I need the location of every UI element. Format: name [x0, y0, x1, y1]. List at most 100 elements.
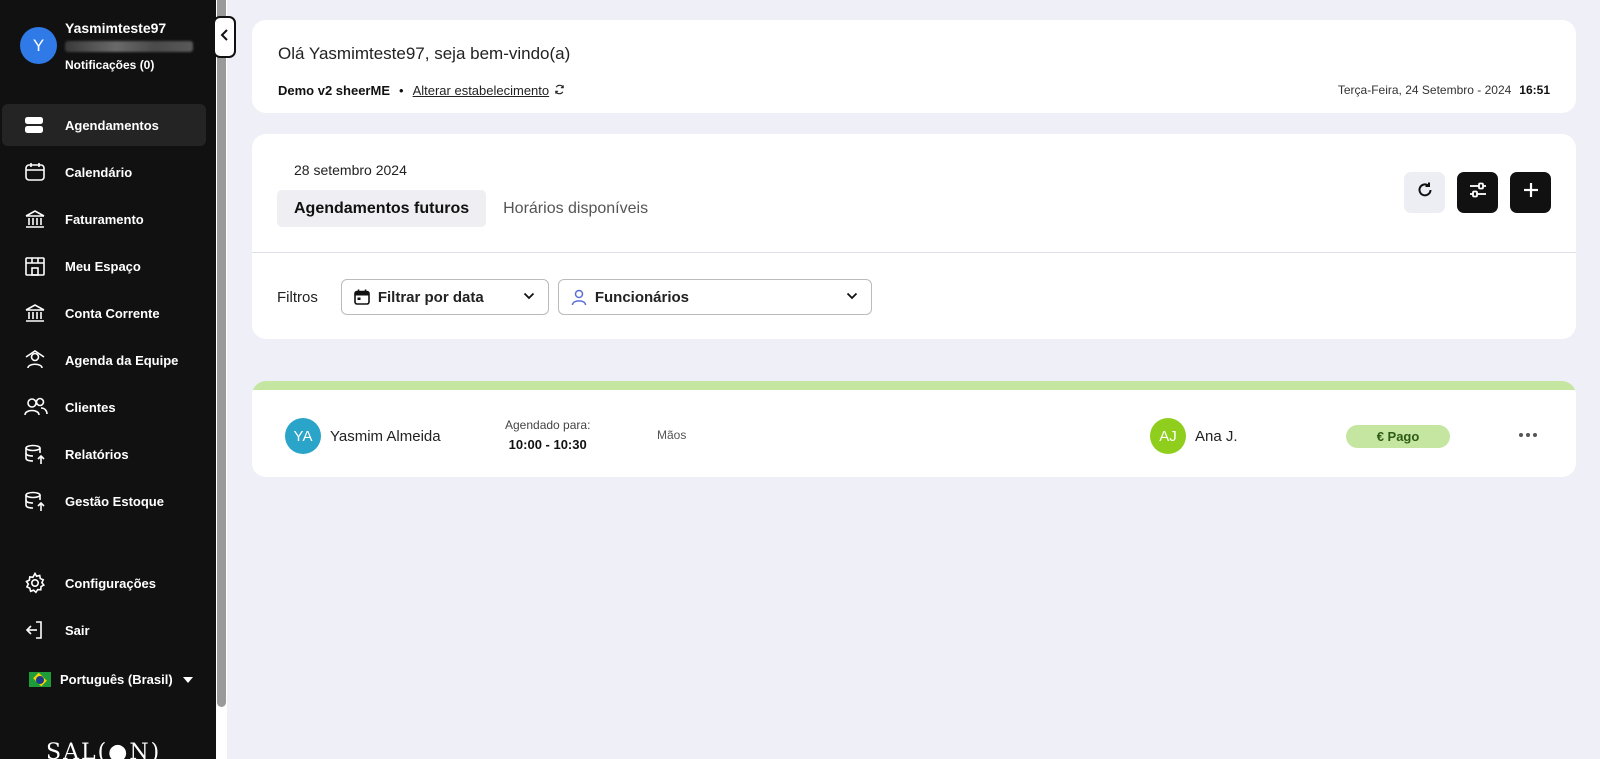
chevron-down-icon — [523, 292, 535, 300]
gear-icon — [24, 571, 52, 595]
appointment-tabs: Agendamentos futuros Horários disponívei… — [277, 190, 665, 227]
client-name: Yasmim Almeida — [330, 427, 441, 445]
current-time: 16:51 — [1519, 83, 1550, 97]
sidebar-scrollbar[interactable] — [216, 0, 227, 759]
staff-filter-label: Funcionários — [594, 288, 690, 306]
establishment-line: Demo v2 sheerME • Alterar estabeleciment… — [278, 83, 565, 98]
language-selector[interactable]: Português (Brasil) — [29, 672, 193, 687]
scheduled-info: Agendado para: 10:00 - 10:30 — [505, 418, 590, 452]
establishment-name: Demo v2 sheerME — [278, 83, 390, 98]
staff-info: AJ Ana J. — [1150, 418, 1238, 454]
chevron-down-icon — [846, 292, 858, 300]
sidebar-bottom-menu: Configurações Sair — [0, 562, 216, 656]
staff-avatar: AJ — [1150, 418, 1186, 454]
tab-agendamentos-futuros[interactable]: Agendamentos futuros — [277, 190, 487, 227]
user-icon — [571, 289, 587, 306]
sidebar-item-clientes[interactable]: Clientes — [2, 386, 206, 428]
calendar-icon — [354, 289, 370, 305]
sidebar-item-faturamento[interactable]: Faturamento — [2, 198, 206, 240]
appointment-row[interactable]: YA Yasmim Almeida Agendado para: 10:00 -… — [252, 381, 1576, 477]
sidebar-item-agenda-equipe[interactable]: Agenda da Equipe — [2, 339, 206, 381]
sidebar-item-sair[interactable]: Sair — [2, 609, 206, 651]
sidebar-item-meu-espaco[interactable]: Meu Espaço — [2, 245, 206, 287]
logout-icon — [24, 618, 52, 642]
sidebar-item-configuracoes[interactable]: Configurações — [2, 562, 206, 604]
date-filter-label: Filtrar por data — [377, 288, 484, 306]
divider — [252, 252, 1576, 253]
welcome-header: Olá Yasmimteste97, seja bem-vindo(a) Dem… — [252, 20, 1576, 113]
dot — [1519, 433, 1523, 437]
sidebar-item-gestao-estoque[interactable]: Gestão Estoque — [2, 480, 206, 522]
scrollbar-thumb[interactable] — [217, 0, 226, 707]
sidebar-item-label: Meu Espaço — [65, 258, 141, 274]
status-badge: € Pago — [1346, 425, 1450, 448]
store-icon — [24, 254, 52, 278]
brazil-flag-icon — [29, 672, 51, 687]
date-text: Terça-Feira, 24 Setembro - 2024 — [1337, 83, 1512, 97]
more-options-button[interactable] — [1513, 423, 1543, 447]
change-establishment-link[interactable]: Alterar estabelecimento — [413, 83, 550, 98]
tab-horarios-disponiveis[interactable]: Horários disponíveis — [486, 190, 665, 227]
user-name: Yasmimteste97 — [65, 20, 167, 36]
refresh-button[interactable] — [1404, 172, 1445, 213]
stock-icon — [24, 489, 52, 513]
sidebar-item-label: Calendário — [65, 164, 133, 180]
sidebar-item-label: Agenda da Equipe — [65, 352, 179, 368]
sidebar-item-agendamentos[interactable]: Agendamentos — [2, 104, 206, 146]
sidebar-item-label: Clientes — [65, 399, 116, 415]
sidebar: Y Yasmimteste97 Notificações (0) Agendam… — [0, 0, 216, 759]
sync-icon[interactable] — [554, 83, 565, 98]
brand-logo: SAL(●N) — [46, 740, 162, 759]
add-appointment-button[interactable] — [1510, 172, 1551, 213]
sidebar-item-conta-corrente[interactable]: Conta Corrente — [2, 292, 206, 334]
sidebar-item-calendario[interactable]: Calendário — [2, 151, 206, 193]
reports-icon — [24, 442, 52, 466]
sidebar-item-relatorios[interactable]: Relatórios — [2, 433, 206, 475]
sidebar-item-label: Agendamentos — [65, 117, 159, 133]
greeting: Olá Yasmimteste97, seja bem-vindo(a) — [278, 44, 571, 63]
notifications-link[interactable]: Notificações (0) — [65, 58, 193, 72]
sidebar-menu: Agendamentos Calendário Faturamento Meu … — [0, 104, 216, 527]
sidebar-item-label: Faturamento — [65, 211, 144, 227]
date-filter-select[interactable]: Filtrar por data — [340, 279, 549, 315]
refresh-icon — [1416, 181, 1434, 204]
service-name: Mãos — [657, 428, 687, 442]
separator: • — [399, 83, 404, 98]
sidebar-item-label: Gestão Estoque — [65, 493, 164, 509]
sidebar-item-label: Conta Corrente — [65, 305, 160, 321]
user-profile[interactable]: Y Yasmimteste97 Notificações (0) — [20, 20, 193, 72]
collapse-sidebar-button[interactable] — [213, 16, 236, 58]
staff-name: Ana J. — [1195, 427, 1238, 445]
avatar[interactable]: Y — [20, 27, 57, 64]
scheduled-time: 10:00 - 10:30 — [508, 437, 587, 452]
status-color-bar — [252, 381, 1576, 390]
calendar-icon — [24, 160, 52, 184]
current-date: Terça-Feira, 24 Setembro - 2024 16:51 — [1338, 83, 1550, 97]
staff-filter-select[interactable]: Funcionários — [557, 279, 872, 315]
users-icon — [24, 395, 52, 419]
scheduled-label: Agendado para: — [505, 418, 591, 432]
sliders-icon — [1468, 181, 1488, 204]
filters-label: Filtros — [277, 288, 318, 306]
selected-date: 28 setembro 2024 — [294, 162, 407, 178]
filter-settings-button[interactable] — [1457, 172, 1498, 213]
appointments-panel: 28 setembro 2024 Agendamentos futuros Ho… — [252, 134, 1576, 339]
team-agenda-icon — [24, 348, 52, 372]
action-buttons — [1404, 172, 1551, 213]
dot — [1526, 433, 1530, 437]
bank-icon — [24, 301, 52, 325]
bank-icon — [24, 207, 52, 231]
caret-down-icon — [182, 676, 193, 683]
filters-bar: Filtros Filtrar por data Funcionários — [277, 279, 881, 315]
language-label: Português (Brasil) — [60, 672, 173, 687]
user-email-blurred — [65, 41, 193, 52]
chevron-left-icon — [220, 28, 230, 47]
sidebar-item-label: Sair — [65, 622, 90, 638]
sidebar-item-label: Relatórios — [65, 446, 129, 462]
dot — [1533, 433, 1537, 437]
plus-icon — [1522, 181, 1540, 204]
list-icon — [24, 113, 52, 137]
client-avatar: YA — [285, 418, 321, 454]
sidebar-item-label: Configurações — [65, 575, 157, 591]
client-info[interactable]: YA Yasmim Almeida — [285, 418, 441, 454]
